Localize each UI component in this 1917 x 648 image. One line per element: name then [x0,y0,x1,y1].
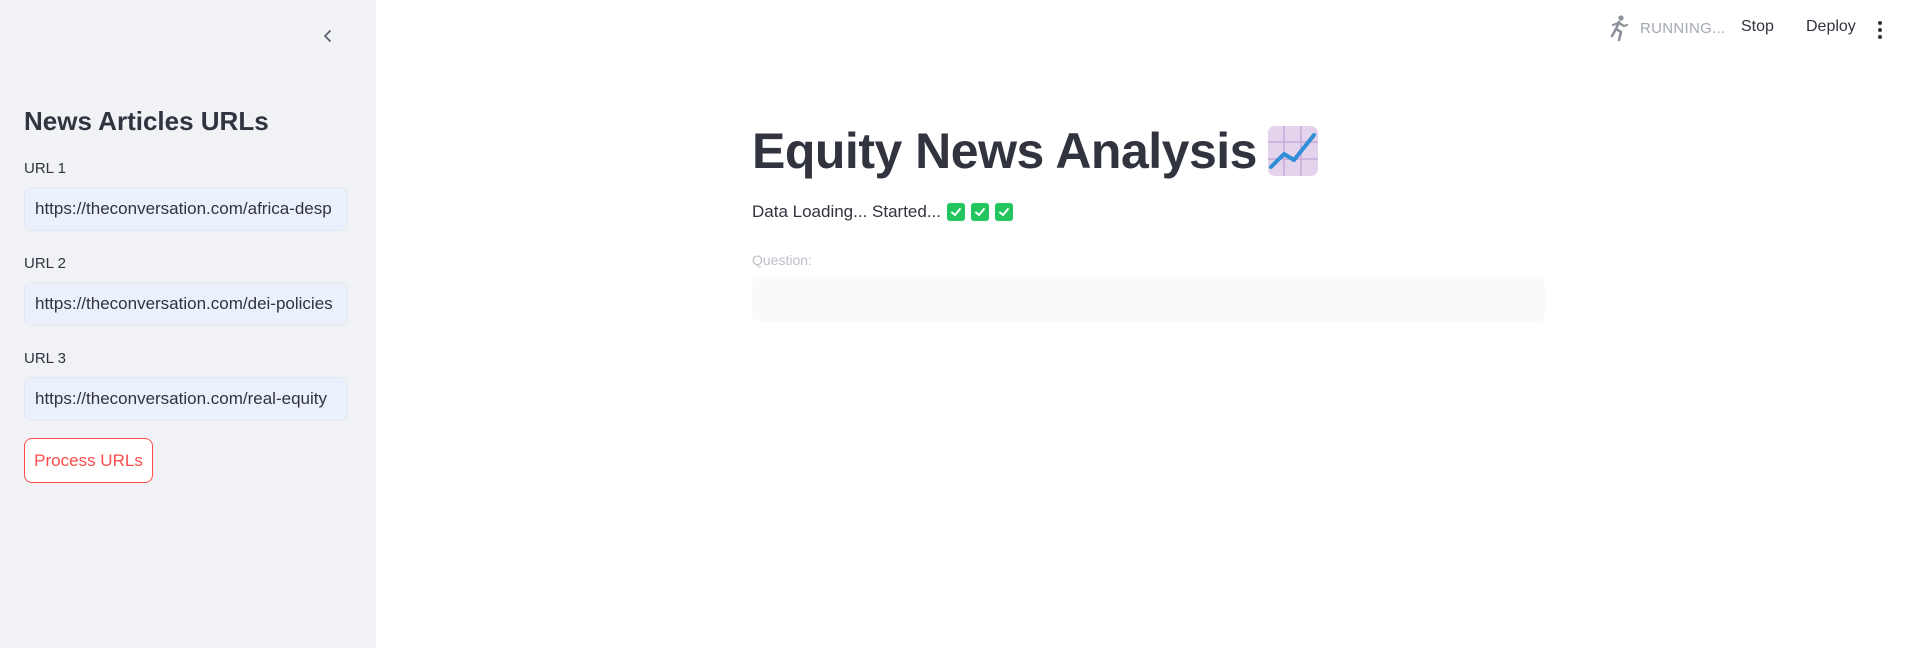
url-2-label: URL 2 [24,255,66,272]
url-3-label: URL 3 [24,350,66,367]
running-status-text: RUNNING... [1640,19,1726,37]
url-3-input[interactable] [24,377,348,421]
url-2-input[interactable] [24,282,348,326]
checkmark-icon [971,203,990,221]
checkmark-icon [947,203,966,221]
main-menu-button[interactable] [1870,18,1890,42]
loading-status: Data Loading... Started... [752,202,1014,222]
loading-status-text: Data Loading... Started... [752,202,942,221]
sidebar: News Articles URLs URL 1 URL 2 URL 3 Pro… [0,0,376,648]
vertical-dots-icon [1878,21,1882,25]
chart-increasing-icon [1268,126,1318,176]
deploy-button[interactable]: Deploy [1806,18,1856,36]
question-input[interactable] [752,277,1545,322]
checkmark-icon [995,203,1014,221]
collapse-sidebar-button[interactable] [316,24,340,48]
running-status: RUNNING... [1608,14,1726,42]
sidebar-title: News Articles URLs [24,106,269,136]
process-urls-button[interactable]: Process URLs [24,438,153,483]
url-1-input[interactable] [24,187,348,231]
page-title-text: Equity News Analysis [752,123,1258,179]
page-title: Equity News Analysis [752,122,1319,180]
question-label: Question: [752,252,812,268]
running-person-icon [1610,15,1629,42]
chevron-left-icon [324,30,331,42]
url-1-label: URL 1 [24,160,66,177]
stop-button[interactable]: Stop [1741,18,1774,36]
